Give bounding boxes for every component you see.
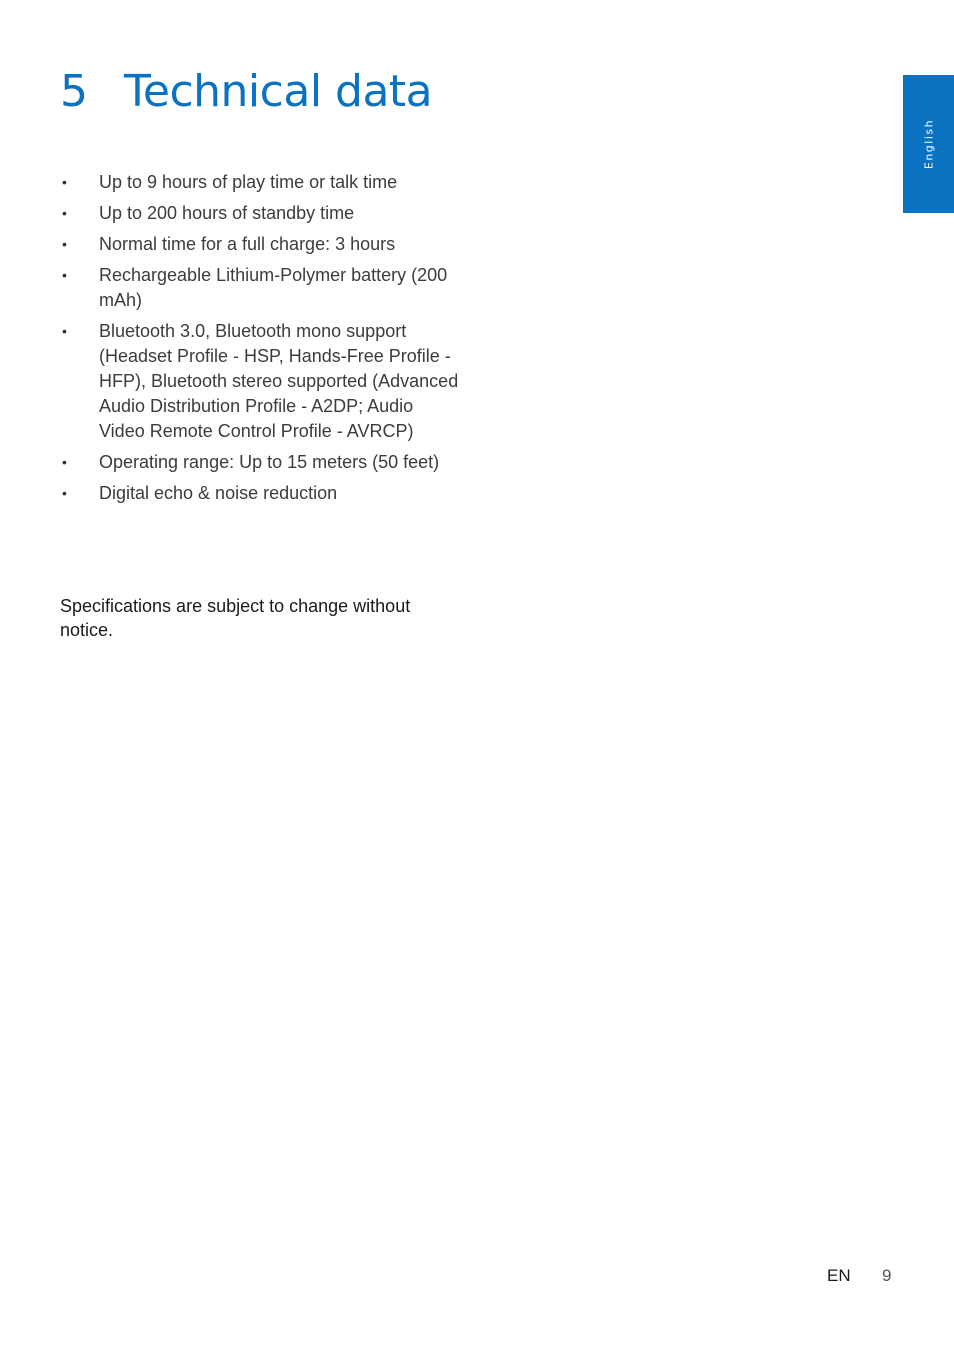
bullet-icon: • <box>62 205 67 221</box>
page-number: 9 <box>882 1266 892 1285</box>
footer-language: EN <box>827 1266 851 1285</box>
language-tab-label: English <box>922 118 935 170</box>
page-title: 5 Technical data <box>60 64 433 120</box>
spec-text: Operating range: Up to 15 meters (50 fee… <box>99 452 440 472</box>
spec-text: Rechargeable Lithium-Polymer battery (20… <box>99 265 448 310</box>
bullet-icon: • <box>62 267 67 283</box>
spec-item: • Up to 200 hours of standby time <box>60 201 460 226</box>
section-title: Technical data <box>124 66 433 117</box>
bullet-icon: • <box>62 174 67 190</box>
spec-list: • Up to 9 hours of play time or talk time… <box>60 170 460 512</box>
spec-item: • Normal time for a full charge: 3 hours <box>60 232 460 257</box>
spec-item: • Operating range: Up to 15 meters (50 fe… <box>60 450 460 475</box>
spec-text: Up to 200 hours of standby time <box>99 203 355 223</box>
spec-item: • Digital echo & noise reduction <box>60 481 460 506</box>
spec-item: • Up to 9 hours of play time or talk time <box>60 170 460 195</box>
bullet-icon: • <box>62 323 67 339</box>
spec-text: Normal time for a full charge: 3 hours <box>99 234 396 254</box>
spec-notice: Specifications are subject to change wit… <box>60 596 411 640</box>
spec-item: • Bluetooth 3.0, Bluetooth mono support (… <box>60 319 460 444</box>
spec-text: Up to 9 hours of play time or talk time <box>99 172 398 192</box>
section-number: 5 <box>60 66 88 117</box>
language-tab: English <box>903 75 954 213</box>
spec-item: • Rechargeable Lithium-Polymer battery (2… <box>60 263 460 313</box>
bullet-icon: • <box>62 485 67 501</box>
bullet-icon: • <box>62 236 67 252</box>
spec-text: Digital echo & noise reduction <box>99 483 338 503</box>
bullet-icon: • <box>62 454 67 470</box>
spec-text: Bluetooth 3.0, Bluetooth mono support (H… <box>99 321 459 441</box>
